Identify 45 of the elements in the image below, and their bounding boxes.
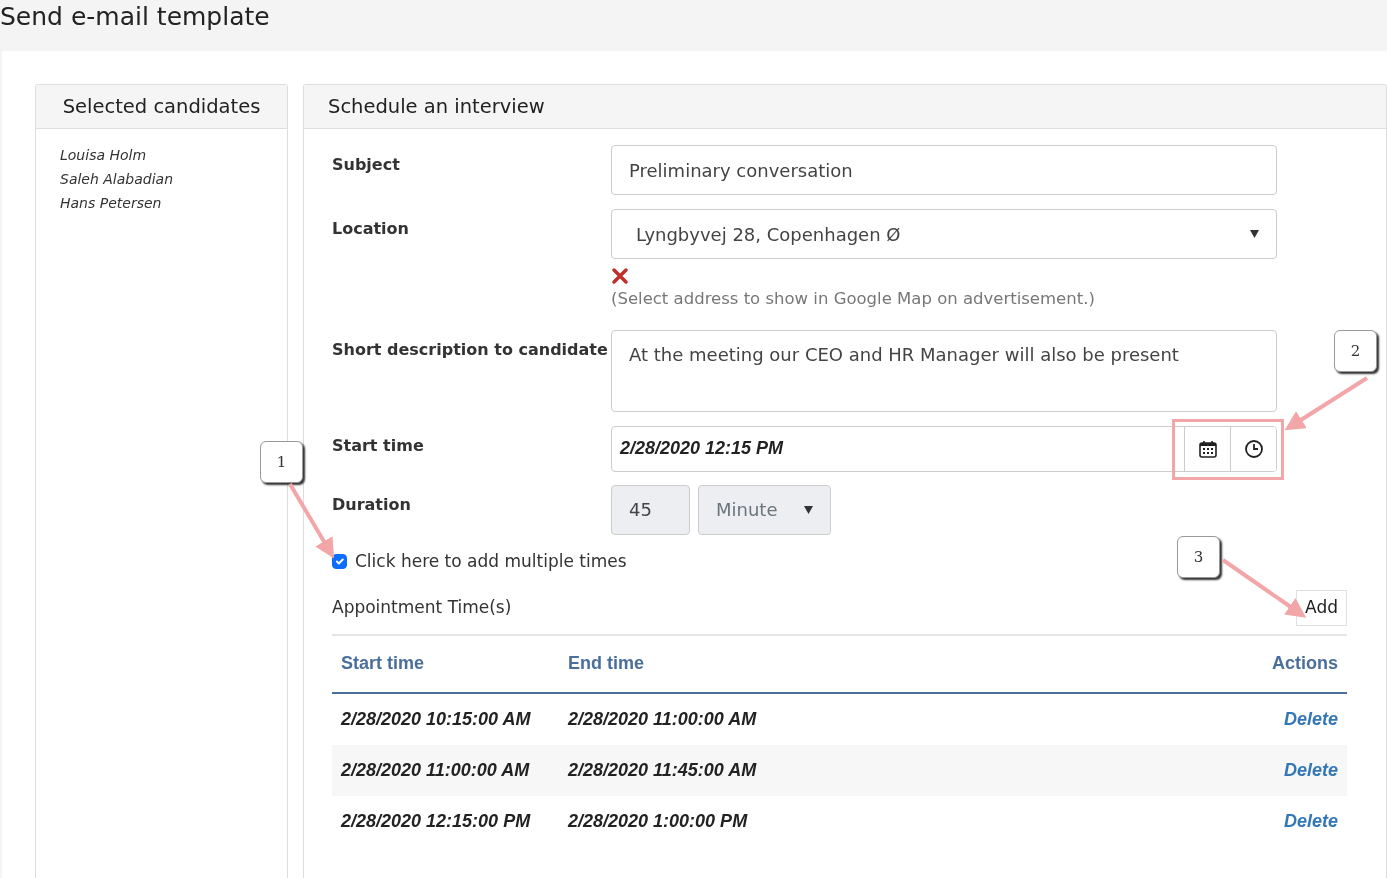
hint-text: (Select address to show in Google Map on advertisement.) xyxy=(611,288,1096,310)
checkbox[interactable] xyxy=(332,554,347,569)
checkbox-label: Click here to add multiple times xyxy=(355,549,627,573)
table-cell-text: 2/28/2020 11:00:00 AM xyxy=(341,758,531,782)
select-value: Lyngbyvej 28, Copenhagen Ø xyxy=(636,222,901,247)
column-header: Start time xyxy=(341,652,426,676)
column-header: End time xyxy=(568,652,645,676)
candidate-name: Hans Petersen xyxy=(60,194,163,213)
callout-label: 1 xyxy=(260,441,303,483)
field-label: Subject xyxy=(332,154,401,176)
calendar-icon xyxy=(1197,438,1218,459)
panel-title: Selected candidates xyxy=(36,85,287,129)
table-cell-text: 2/28/2020 12:15:00 PM xyxy=(341,809,532,833)
datetime-field[interactable]: 2/28/2020 12:15 PM xyxy=(611,425,1277,472)
page-title: Send e-mail template xyxy=(0,2,271,32)
panel-title: Schedule an interview xyxy=(304,85,1386,129)
clear-icon[interactable] xyxy=(611,266,629,285)
field-label: Start time xyxy=(332,434,425,457)
table-cell-text: 2/28/2020 1:00:00 PM xyxy=(568,809,749,833)
location-select[interactable]: Lyngbyvej 28, Copenhagen Ø xyxy=(611,209,1277,259)
delete-link[interactable]: Delete xyxy=(1283,807,1338,835)
clock-button[interactable] xyxy=(1230,426,1276,471)
delete-link[interactable]: Delete xyxy=(1283,705,1338,733)
table-cell-text: 2/28/2020 11:00:00 AM xyxy=(568,707,758,731)
table-cell-text: 2/28/2020 11:45:00 AM xyxy=(568,758,758,782)
field-label: Duration xyxy=(332,493,412,516)
caret-icon xyxy=(1250,230,1259,238)
description-field[interactable]: At the meeting our CEO and HR Manager will also be present xyxy=(611,329,1277,412)
field-value: 2/28/2020 12:15 PM xyxy=(618,437,785,461)
add-button[interactable]: Add xyxy=(1296,590,1347,626)
subject-field[interactable]: Preliminary conversation xyxy=(611,145,1277,195)
candidate-name: Louisa Holm xyxy=(60,146,148,165)
callout-label: 2 xyxy=(1334,330,1377,372)
duration-field: 45 xyxy=(611,484,690,535)
field-label: Short description to candidate xyxy=(332,338,609,361)
caret-icon xyxy=(804,505,813,514)
clock-icon xyxy=(1243,438,1264,459)
table-cell-text: 2/28/2020 10:15:00 AM xyxy=(341,707,532,731)
select-value: Minute xyxy=(716,498,778,523)
candidate-name: Saleh Alabadian xyxy=(60,170,175,189)
section-title: Appointment Time(s) xyxy=(332,596,512,620)
delete-link[interactable]: Delete xyxy=(1283,756,1338,784)
field-label: Location xyxy=(332,218,410,240)
callout-label: 3 xyxy=(1177,536,1220,578)
column-header: Actions xyxy=(1272,652,1338,676)
